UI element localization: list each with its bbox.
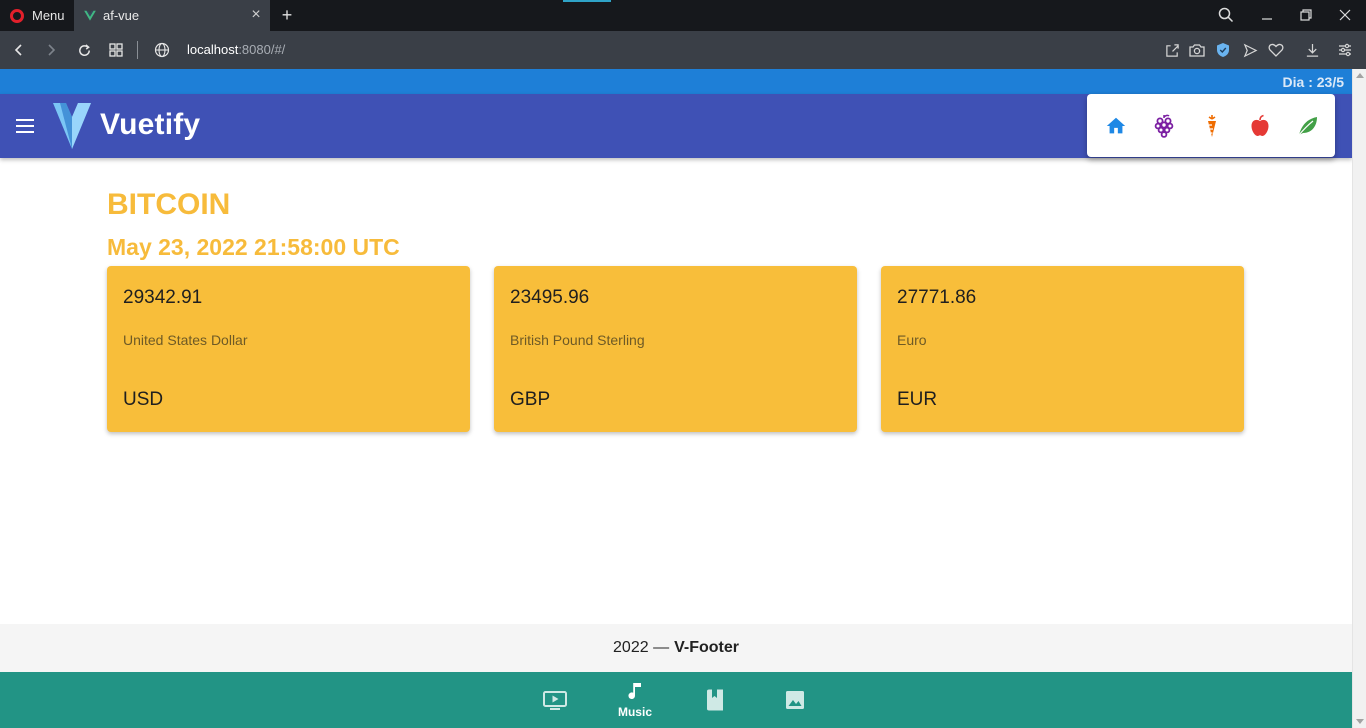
currency-code: EUR — [897, 389, 938, 410]
bottom-nav-music[interactable]: Music — [595, 672, 675, 728]
back-icon[interactable] — [9, 40, 29, 60]
currency-code: GBP — [510, 389, 551, 410]
browser-address-bar: localhost:8080/#/ — [0, 31, 1366, 69]
adblock-shield-icon[interactable] — [1214, 41, 1232, 59]
window-restore-icon[interactable] — [1294, 4, 1318, 26]
footer-name: V-Footer — [674, 639, 739, 656]
video-icon — [543, 691, 567, 710]
camera-icon[interactable] — [1188, 41, 1206, 59]
browser-menu-button[interactable]: Menu — [0, 0, 72, 31]
reload-icon[interactable] — [74, 40, 94, 60]
window-close-icon[interactable] — [1333, 4, 1357, 26]
page-scrollbar[interactable] — [1352, 69, 1366, 728]
currency-description: British Pound Sterling — [510, 332, 645, 348]
brand-title: Vuetify — [100, 108, 201, 141]
rate-value: 27771.86 — [897, 287, 977, 308]
page-title: BITCOIN — [107, 188, 231, 221]
rate-value: 29342.91 — [123, 287, 203, 308]
browser-tabstrip: Menu af-vue × + — [0, 0, 1366, 31]
screen: Menu af-vue × + localhost:8080/#/ Dia: … — [0, 0, 1366, 728]
rate-card-gbp: 23495.96 British Pound Sterling GBP — [494, 266, 857, 432]
leaf-icon[interactable] — [1295, 113, 1321, 139]
browser-menu-label: Menu — [32, 8, 65, 23]
image-icon — [786, 691, 804, 709]
browser-search-icon[interactable] — [1214, 4, 1238, 26]
rate-value: 23495.96 — [510, 287, 590, 308]
browser-tab-title: af-vue — [103, 8, 140, 23]
address-separator — [137, 41, 138, 59]
download-icon[interactable] — [1303, 41, 1321, 59]
rate-card-usd: 29342.91 United States Dollar USD — [107, 266, 470, 432]
book-icon — [707, 689, 723, 711]
heart-icon[interactable] — [1267, 41, 1285, 59]
updated-timestamp: May 23, 2022 21:58:00 UTC — [107, 234, 400, 260]
url-host: localhost — [187, 42, 239, 57]
new-tab-icon[interactable]: + — [278, 6, 296, 24]
window-minimize-icon[interactable] — [1255, 4, 1279, 26]
send-icon[interactable] — [1241, 41, 1259, 59]
opera-logo-icon — [10, 8, 24, 23]
speed-dial-icon[interactable] — [106, 40, 126, 60]
url-field[interactable]: localhost:8080/#/ — [187, 42, 285, 57]
page-viewport: Dia : 23/5 Vuetify BITCOIN May 23, 2022 … — [0, 69, 1352, 728]
bottom-nav-label: Music — [617, 704, 652, 719]
easy-setup-icon[interactable] — [1336, 41, 1354, 59]
scroll-down-arrow-icon[interactable] — [1356, 719, 1364, 724]
bottom-nav-book[interactable] — [675, 672, 755, 728]
currency-description: United States Dollar — [123, 332, 248, 348]
home-icon[interactable] — [1103, 113, 1129, 139]
category-icon-card — [1087, 94, 1335, 157]
forward-icon[interactable] — [41, 40, 61, 60]
apple-icon[interactable] — [1247, 113, 1273, 139]
footer-year: 2022 — — [613, 639, 670, 656]
currency-description: Euro — [897, 332, 927, 348]
currency-code: USD — [123, 389, 164, 410]
scroll-up-arrow-icon[interactable] — [1356, 73, 1364, 78]
system-bar: Dia : 23/5 — [0, 69, 1352, 94]
grapes-icon[interactable] — [1151, 113, 1177, 139]
menu-icon[interactable] — [16, 114, 40, 138]
footer: 2022 — V-Footer — [0, 624, 1352, 672]
bottom-nav-image[interactable] — [755, 672, 835, 728]
share-icon[interactable] — [1163, 41, 1181, 59]
vue-favicon-icon — [84, 10, 96, 21]
bottom-navigation: Music — [0, 672, 1352, 728]
day-label: Dia : 23/5 — [1282, 74, 1344, 90]
vuetify-logo-icon — [53, 103, 91, 149]
bottom-nav-video[interactable] — [515, 672, 595, 728]
browser-tab[interactable]: af-vue × — [74, 0, 270, 31]
carrot-icon[interactable] — [1199, 113, 1225, 139]
rate-card-eur: 27771.86 Euro EUR — [881, 266, 1244, 432]
url-path: :8080/#/ — [238, 42, 286, 57]
music-note-icon — [628, 682, 641, 699]
tab-close-icon[interactable]: × — [248, 7, 264, 23]
globe-icon[interactable] — [152, 40, 172, 60]
tab-indicator — [563, 0, 611, 2]
